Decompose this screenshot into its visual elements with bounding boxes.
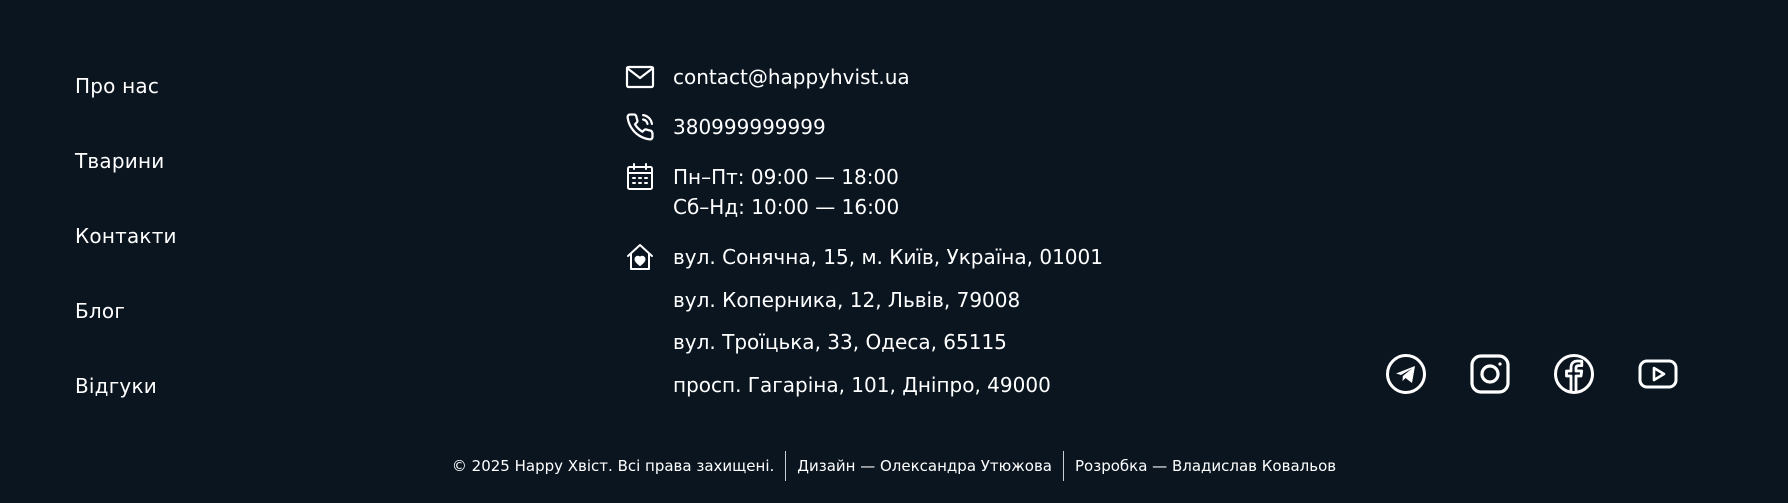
address-list: вул. Сонячна, 15, м. Київ, Україна, 0100… [673,242,1103,412]
design-credit-link[interactable]: Дизайн — Олександра Утюжова [797,457,1052,475]
facebook-link[interactable] [1553,353,1595,399]
copyright-text: © 2025 Happy Хвіст. Всі права захищені. [451,457,775,475]
facebook-icon [1553,353,1595,399]
youtube-icon [1637,353,1679,399]
nav-link-about[interactable]: Про нас [75,74,159,98]
footer-nav-item: Тварини [75,145,177,220]
footer-nav-item: Відгуки [75,370,177,445]
nav-link-reviews[interactable]: Відгуки [75,374,157,398]
nav-link-blog[interactable]: Блог [75,299,125,323]
address-item: вул. Коперника, 12, Львів, 79008 [673,287,1021,312]
telegram-link[interactable] [1385,353,1427,399]
divider [1063,451,1065,481]
hours-weekend: Сб–Нд: 10:00 — 16:00 [673,195,900,219]
contact-hours-row: Пн–Пт: 09:00 — 18:00 Сб–Нд: 10:00 — 16:0… [625,162,899,222]
site-footer: Про нас Тварини Контакти Блог Відгуки co… [0,0,1788,503]
social-links [1385,353,1679,399]
footer-nav-item: Контакти [75,220,177,295]
hours-text: Пн–Пт: 09:00 — 18:00 Сб–Нд: 10:00 — 16:0… [673,162,899,222]
nav-link-animals[interactable]: Тварини [75,149,164,173]
divider [785,451,787,481]
address-item: вул. Сонячна, 15, м. Київ, Україна, 0100… [673,245,1103,269]
development-credit-link[interactable]: Розробка — Владислав Ковальов [1075,457,1336,475]
contact-phone-row: 380999999999 [625,112,826,142]
phone-icon [625,112,655,142]
footer-nav-item: Про нас [75,70,177,145]
youtube-link[interactable] [1637,355,1679,397]
mail-icon [625,62,655,92]
address-item: вул. Троїцька, 33, Одеса, 65115 [673,330,1007,354]
home-heart-icon [625,242,655,272]
calendar-icon [625,162,655,192]
footer-nav-item: Блог [75,295,177,370]
phone-link[interactable]: 380999999999 [673,115,826,139]
hours-weekdays: Пн–Пт: 09:00 — 18:00 [673,165,899,189]
nav-link-contacts[interactable]: Контакти [75,224,177,248]
contact-email-row: contact@happyhvist.ua [625,62,910,92]
telegram-icon [1385,353,1427,399]
instagram-icon [1469,353,1511,399]
instagram-link[interactable] [1469,353,1511,399]
footer-nav: Про нас Тварини Контакти Блог Відгуки [75,70,177,445]
footer-bottom: © 2025 Happy Хвіст. Всі права захищені. … [0,451,1788,481]
email-link[interactable]: contact@happyhvist.ua [673,65,910,89]
contact-address-row: вул. Сонячна, 15, м. Київ, Україна, 0100… [625,242,1103,412]
address-item: просп. Гагаріна, 101, Дніпро, 49000 [673,372,1051,397]
